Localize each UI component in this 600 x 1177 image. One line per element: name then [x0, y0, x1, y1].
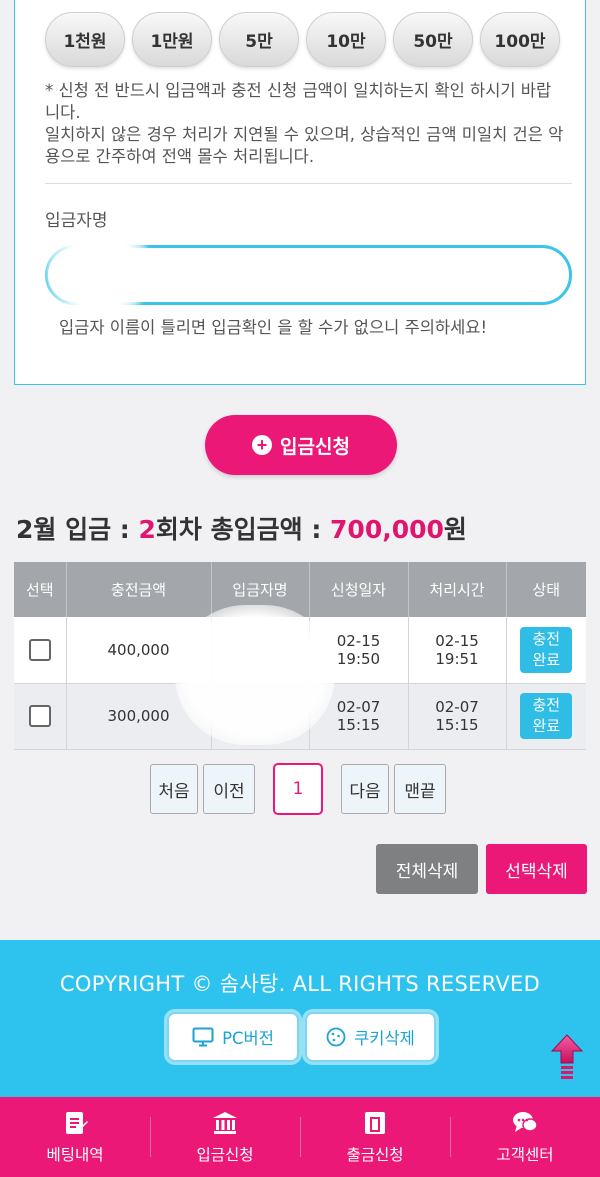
amount-quick-buttons: 1천원 1만원 5만 10만 50만 100만	[45, 12, 560, 67]
next-page-button[interactable]: 다음	[341, 764, 389, 814]
status-badge: 충전 완료	[520, 693, 573, 739]
notice-line-1: * 신청 전 반드시 입금액과 충전 신청 금액이 일치하는지 확인 하시기 바…	[45, 81, 552, 122]
nav-betting-history-label: 베팅내역	[46, 1146, 104, 1164]
bank-icon	[213, 1112, 237, 1134]
pc-version-label: PC버전	[222, 1029, 274, 1048]
deposit-request-label: 입금신청	[280, 436, 350, 458]
amount-50k-button[interactable]: 5만	[219, 12, 299, 67]
bottom-nav: 베팅내역 입금신청 출금신청 고객센터	[0, 1097, 600, 1177]
monitor-icon	[192, 1027, 214, 1047]
nav-withdraw-request-label: 출금신청	[346, 1146, 404, 1164]
scroll-top-arrow-icon[interactable]	[550, 1033, 584, 1081]
depositor-warning: 입금자 이름이 틀리면 입금확인 을 할 수가 없으니 주의하세요!	[59, 318, 488, 337]
cookie-delete-label: 쿠키삭제	[354, 1029, 415, 1048]
nav-customer-center[interactable]: 고객센터	[450, 1097, 600, 1177]
delete-all-button[interactable]: 전체삭제	[376, 844, 478, 894]
cookie-icon	[326, 1027, 346, 1047]
row-process-time: 02-07 15:15	[408, 683, 507, 750]
col-request-date: 신청일자	[309, 562, 409, 617]
notice-line-2: 일치하지 않은 경우 처리가 지연될 수 있으며, 상습적인 금액 미일치 건은…	[45, 125, 564, 166]
summary-count-suffix: 회차 총입금액 :	[155, 515, 331, 544]
nav-betting-history[interactable]: 베팅내역	[0, 1097, 150, 1177]
deposit-form-card: 1천원 1만원 5만 10만 50만 100만 * 신청 전 반드시 입금액과 …	[14, 0, 586, 385]
atm-icon	[365, 1112, 385, 1134]
row-process-time: 02-15 19:51	[408, 617, 507, 684]
document-icon	[66, 1112, 88, 1134]
prev-page-button[interactable]: 이전	[203, 764, 255, 814]
col-amount: 충전금액	[66, 562, 212, 617]
first-page-button[interactable]: 처음	[150, 764, 198, 814]
pagination: 처음 이전 1 다음 맨끝	[150, 763, 446, 815]
amount-1m-button[interactable]: 100만	[480, 12, 560, 67]
row-checkbox[interactable]	[28, 705, 51, 727]
deposit-request-button[interactable]: + 입금신청	[205, 415, 397, 475]
summary-count: 2	[138, 515, 156, 544]
summary-total: 700,000	[330, 515, 444, 544]
amount-10k-button[interactable]: 1만원	[132, 12, 212, 67]
footer: COPYRIGHT © 솜사탕. ALL RIGHTS RESERVED PC버…	[0, 940, 600, 1097]
deposit-notice: * 신청 전 반드시 입금액과 충전 신청 금액이 일치하는지 확인 하시기 바…	[45, 80, 565, 168]
monthly-summary: 2월 입금 : 2회차 총입금액 : 700,000원	[16, 510, 467, 546]
amount-1k-button[interactable]: 1천원	[45, 12, 125, 67]
divider	[45, 183, 572, 184]
chat-icon	[513, 1112, 538, 1132]
amount-100k-button[interactable]: 10만	[306, 12, 386, 67]
nav-deposit-request[interactable]: 입금신청	[150, 1097, 300, 1177]
row-checkbox[interactable]	[28, 638, 51, 661]
pc-version-button[interactable]: PC버전	[167, 1012, 299, 1062]
amount-500k-button[interactable]: 50만	[393, 12, 473, 67]
delete-selected-button[interactable]: 선택삭제	[486, 844, 587, 894]
redaction-blur	[45, 232, 155, 312]
nav-customer-center-label: 고객센터	[496, 1146, 554, 1164]
plus-circle-icon: +	[252, 435, 273, 455]
nav-withdraw-request[interactable]: 출금신청	[300, 1097, 450, 1177]
col-status: 상태	[506, 562, 586, 617]
summary-total-suffix: 원	[443, 515, 467, 544]
status-badge: 충전 완료	[520, 626, 573, 673]
nav-deposit-request-label: 입금신청	[196, 1146, 254, 1164]
current-page-button[interactable]: 1	[273, 763, 323, 815]
copyright-text: COPYRIGHT © 솜사탕. ALL RIGHTS RESERVED	[59, 972, 541, 996]
depositor-label: 입금자명	[45, 211, 108, 231]
last-page-button[interactable]: 맨끝	[394, 764, 446, 814]
col-select: 선택	[14, 562, 67, 617]
summary-month: 2월 입금 :	[16, 515, 139, 544]
cookie-delete-button[interactable]: 쿠키삭제	[305, 1012, 436, 1062]
col-process-time: 처리시간	[408, 562, 507, 617]
table-header-row: 선택 충전금액 입금자명 신청일자 처리시간 상태	[14, 562, 586, 617]
redaction-scribble	[175, 605, 335, 745]
